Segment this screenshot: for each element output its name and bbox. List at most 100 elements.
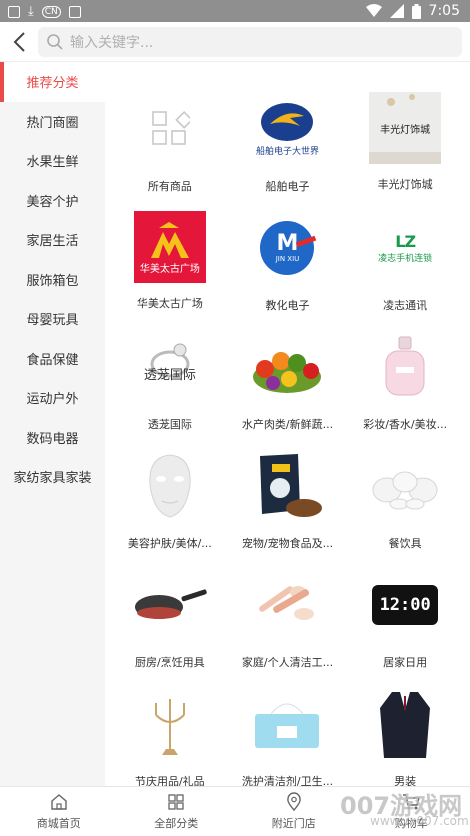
all-products-icon	[133, 92, 207, 166]
app-notification-icon: CN	[41, 5, 61, 18]
sidebar-item-label: 食品保健	[26, 352, 79, 368]
vegetables-image	[250, 330, 324, 404]
sidebar-item-sports-outdoor[interactable]: 运动户外	[0, 378, 105, 418]
sidebar-item-food-health[interactable]: 食品保健	[0, 339, 105, 379]
category-item[interactable]: LZ 凌志手机连锁 凌志通讯	[346, 211, 464, 330]
tab-home[interactable]: 商城首页	[0, 787, 118, 836]
status-right: 7:05	[365, 3, 460, 19]
lighting-store-image: 丰光灯饰城	[369, 92, 442, 164]
ring-image: 透茏国际	[133, 330, 207, 404]
category-label: 华美太古广场	[136, 297, 203, 310]
category-item[interactable]: 美容护肤/美体/...	[111, 449, 229, 568]
category-item[interactable]: 丰光灯饰城 丰光灯饰城	[346, 92, 464, 211]
suit-image	[368, 687, 442, 761]
sidebar-item-label: 推荐分类	[26, 76, 79, 92]
category-label: 教化电子	[265, 299, 310, 312]
category-item[interactable]: 华美太古广场 华美太古广场	[111, 211, 229, 330]
notification-icon	[8, 5, 20, 18]
sidebar-item-home-living[interactable]: 家居生活	[0, 220, 105, 260]
logo-text: 12:00	[379, 595, 431, 615]
sidebar-item-beauty-care[interactable]: 美容个护	[0, 181, 105, 221]
clock-time: 7:05	[428, 3, 460, 19]
sidebar-item-label: 服饰箱包	[26, 273, 79, 289]
lingzhi-logo: LZ 凌志手机连锁	[378, 232, 433, 264]
cart-icon	[403, 794, 421, 810]
category-label: 厨房/烹饪用具	[134, 656, 205, 669]
sidebar-item-home-textiles[interactable]: 家纺家具家装	[0, 457, 105, 497]
sidebar-item-fresh-fruit[interactable]: 水果生鲜	[0, 141, 105, 181]
category-label: 凌志通讯	[383, 299, 428, 312]
category-label: 居家日用	[383, 656, 428, 669]
header: 输入关键字...	[0, 22, 470, 62]
logo-text: 华美太古广场	[139, 263, 200, 275]
category-item[interactable]: 宠物/宠物食品及...	[229, 449, 347, 568]
category-item[interactable]: 男装	[346, 687, 464, 786]
category-item[interactable]: 水产肉类/新鲜蔬...	[229, 330, 347, 449]
sidebar-item-label: 水果生鲜	[26, 155, 79, 171]
sidebar-item-baby-toys[interactable]: 母婴玩具	[0, 299, 105, 339]
category-label: 水产肉类/新鲜蔬...	[241, 418, 334, 431]
tab-all-categories[interactable]: 全部分类	[118, 787, 236, 836]
category-item[interactable]: 餐饮具	[346, 449, 464, 568]
sidebar-item-label: 热门商圈	[26, 115, 79, 131]
jinxiu-logo: M JIN XIU	[250, 211, 324, 285]
sidebar-item-label: 母婴玩具	[26, 313, 79, 329]
category-label: 宠物/宠物食品及...	[241, 537, 334, 550]
candelabra-image	[133, 687, 207, 761]
battery-icon	[411, 3, 421, 19]
ship-electronics-logo: 船舶电子大世界	[250, 92, 324, 166]
category-item[interactable]: M JIN XIU 教化电子	[229, 211, 347, 330]
category-item[interactable]: 所有商品	[111, 92, 229, 211]
sidebar-item-apparel-bags[interactable]: 服饰箱包	[0, 260, 105, 300]
logo-text: 凌志手机连锁	[378, 254, 433, 264]
category-label: 所有商品	[147, 180, 192, 193]
download-icon: ⤓	[28, 4, 34, 19]
category-item[interactable]: 家庭/个人清洁工...	[229, 568, 347, 687]
sidebar-item-label: 运动户外	[26, 392, 79, 408]
sidebar-item-recommended[interactable]: 推荐分类	[0, 62, 105, 102]
logo-text: JIN XIU	[275, 255, 300, 263]
category-item[interactable]: 洗护清洁剂/卫生...	[229, 687, 347, 786]
tab-label: 购物车	[394, 817, 428, 830]
category-sidebar: 推荐分类 热门商圈 水果生鲜 美容个护 家居生活 服饰箱包 母婴玩具 食品保健 …	[0, 62, 105, 786]
perfume-image	[368, 330, 442, 404]
category-item[interactable]: 彩妆/香水/美妆...	[346, 330, 464, 449]
face-mask-image	[133, 449, 207, 523]
huamei-logo: 华美太古广场	[133, 211, 206, 283]
category-content: 所有商品 船舶电子大世界 船舶电子 丰光灯饰城 丰光灯饰城 华美太古广场 华美太…	[105, 62, 470, 786]
category-item[interactable]: 透茏国际 透茏国际	[111, 330, 229, 449]
category-label: 透茏国际	[147, 418, 192, 431]
category-label: 餐饮具	[388, 537, 422, 550]
sidebar-item-hot-districts[interactable]: 热门商圈	[0, 102, 105, 142]
location-icon	[286, 792, 301, 812]
search-input[interactable]: 输入关键字...	[70, 32, 153, 52]
back-arrow-icon[interactable]	[8, 29, 32, 55]
sidebar-item-label: 家纺家具家装	[13, 471, 92, 487]
frying-pan-image	[133, 568, 207, 642]
category-item[interactable]: 12:00 居家日用	[346, 568, 464, 687]
tab-label: 商城首页	[36, 817, 81, 830]
cleaning-brush-image	[250, 568, 324, 642]
tab-nearby-stores[interactable]: 附近门店	[235, 787, 353, 836]
logo-text: 丰光灯饰城	[380, 124, 431, 136]
clock-image: 12:00	[368, 568, 442, 642]
sidebar-item-digital-appliances[interactable]: 数码电器	[0, 418, 105, 458]
tab-cart[interactable]: 购物车	[353, 787, 470, 836]
category-label: 节庆用品/礼品	[134, 775, 205, 786]
image-notification-icon	[68, 5, 81, 18]
category-label: 洗护清洁剂/卫生...	[241, 775, 334, 786]
bottom-tab-bar: 商城首页 全部分类 附近门店 购物车	[0, 786, 470, 836]
category-label: 彩妆/香水/美妆...	[363, 418, 448, 431]
logo-text: 船舶电子大世界	[255, 146, 319, 157]
wifi-icon	[365, 4, 382, 17]
category-label: 男装	[394, 775, 417, 786]
tableware-image	[368, 449, 442, 523]
category-item[interactable]: 节庆用品/礼品	[111, 687, 229, 786]
category-item[interactable]: 船舶电子大世界 船舶电子	[229, 92, 347, 211]
pet-food-image	[250, 449, 324, 523]
search-bar[interactable]: 输入关键字...	[38, 27, 462, 57]
sidebar-item-label: 家居生活	[26, 234, 79, 250]
category-item[interactable]: 厨房/烹饪用具	[111, 568, 229, 687]
category-label: 丰光灯饰城	[377, 178, 433, 191]
category-grid: 所有商品 船舶电子大世界 船舶电子 丰光灯饰城 丰光灯饰城 华美太古广场 华美太…	[105, 62, 470, 786]
